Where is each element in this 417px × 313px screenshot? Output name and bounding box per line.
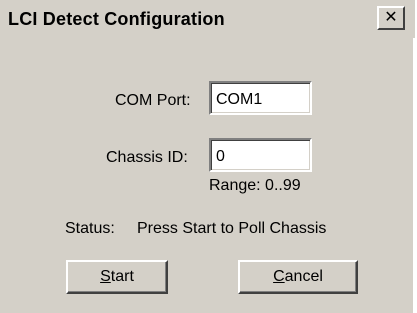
chassis-id-range: Range: 0..99	[209, 177, 301, 194]
window-title: LCI Detect Configuration	[8, 9, 225, 29]
com-port-field[interactable]	[209, 81, 312, 115]
chassis-id-label: Chassis ID:	[106, 149, 188, 166]
chassis-id-field[interactable]	[209, 138, 312, 172]
cancel-button[interactable]: Cancel	[238, 260, 358, 294]
status-label: Status:	[65, 220, 115, 237]
title-bar[interactable]: LCI Detect Configuration ✕	[0, 0, 415, 38]
close-icon: ✕	[384, 7, 398, 26]
cancel-mnemonic: C	[273, 268, 285, 285]
close-button[interactable]: ✕	[377, 6, 405, 30]
start-mnemonic: S	[100, 268, 111, 285]
com-port-label: COM Port:	[115, 92, 191, 109]
start-label-rest: tart	[110, 268, 134, 285]
dialog-window: LCI Detect Configuration ✕ COM Port: Cha…	[0, 0, 415, 313]
status-message: Press Start to Poll Chassis	[137, 220, 327, 237]
cancel-label-rest: ancel	[284, 268, 323, 285]
start-button[interactable]: Start	[66, 260, 168, 294]
